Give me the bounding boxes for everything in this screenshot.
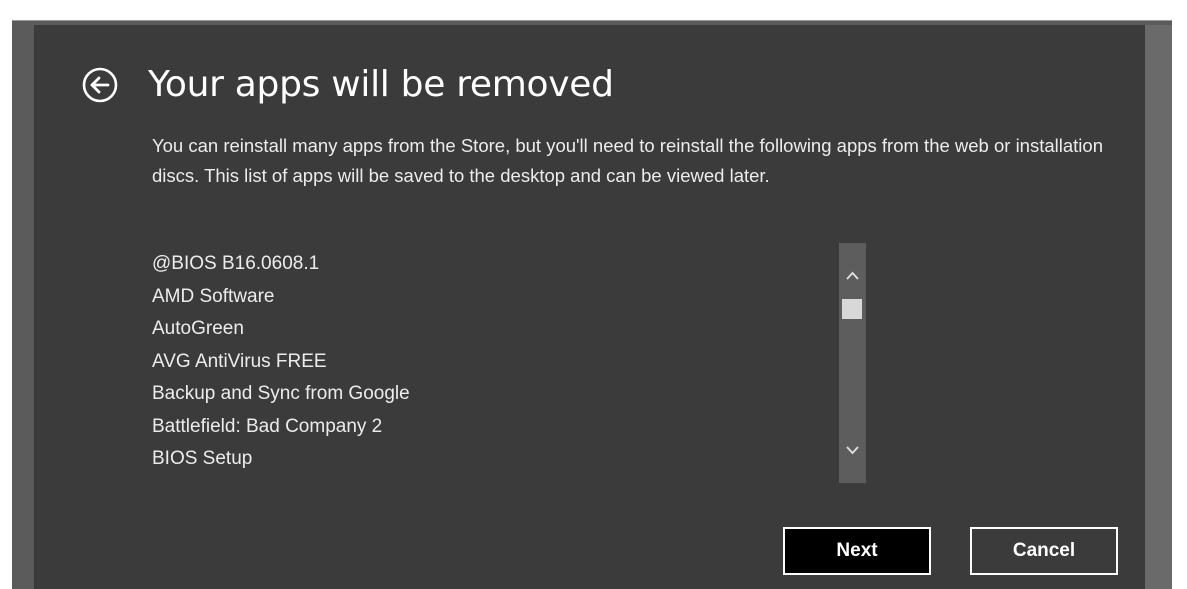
scroll-up-button[interactable] xyxy=(839,265,866,287)
dialog-description: You can reinstall many apps from the Sto… xyxy=(152,135,1103,186)
app-list-scrollbar[interactable] xyxy=(839,243,866,483)
list-item: AutoGreen xyxy=(152,318,244,339)
list-item: @BIOS B16.0608.1 xyxy=(152,253,320,274)
window-frame: Your apps will be removed You can reinst… xyxy=(12,20,1172,589)
next-button[interactable]: Next xyxy=(783,527,931,575)
app-list[interactable]: @BIOS B16.0608.1 AMD Software AutoGreen … xyxy=(152,248,812,483)
scroll-down-button[interactable] xyxy=(839,439,866,461)
app-list-items: @BIOS B16.0608.1 AMD Software AutoGreen … xyxy=(152,248,812,476)
circle-arrow-left-icon xyxy=(82,67,118,103)
page-title: Your apps will be removed xyxy=(148,64,614,105)
list-item: AVG AntiVirus FREE xyxy=(152,350,327,372)
scrollbar-thumb[interactable] xyxy=(842,299,862,319)
reset-dialog: Your apps will be removed You can reinst… xyxy=(34,25,1145,589)
chevron-up-icon xyxy=(846,271,859,280)
list-item: BIOS Setup xyxy=(152,448,253,469)
list-item: AMD Software xyxy=(152,285,275,307)
screenshot-page: Your apps will be removed You can reinst… xyxy=(0,0,1187,589)
back-button[interactable] xyxy=(82,67,118,103)
list-item: Backup and Sync from Google xyxy=(152,383,410,404)
list-item: Battlefield: Bad Company 2 xyxy=(152,415,383,437)
cancel-button[interactable]: Cancel xyxy=(970,527,1118,575)
frame-edge xyxy=(1145,25,1172,589)
chevron-down-icon xyxy=(846,446,859,455)
